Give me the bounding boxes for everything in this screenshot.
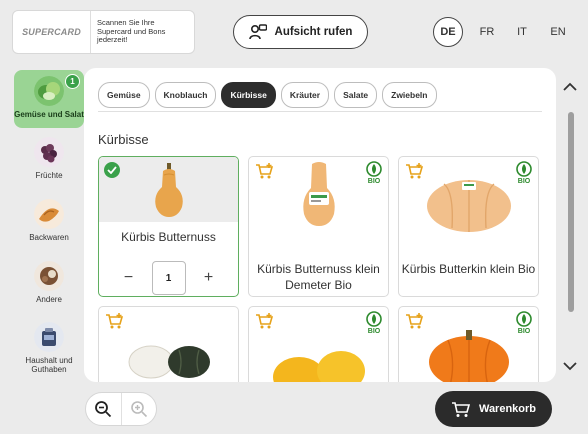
cart-button[interactable]: Warenkorb bbox=[435, 391, 552, 427]
add-to-cart-icon[interactable] bbox=[255, 312, 275, 335]
call-assistance-button[interactable]: Aufsicht rufen bbox=[233, 15, 368, 49]
zoom-in-icon bbox=[130, 401, 147, 418]
product-card-5[interactable]: BIO bbox=[248, 306, 389, 382]
bread-icon bbox=[34, 199, 64, 229]
sidebar-item-vegetables[interactable]: Gemüse und Salat 1 bbox=[14, 70, 84, 128]
tab-kraeuter[interactable]: Kräuter bbox=[280, 82, 330, 108]
assistant-icon bbox=[248, 24, 267, 40]
tab-gemuese[interactable]: Gemüse bbox=[98, 82, 150, 108]
supercard-hint: Scannen Sie Ihre Supercard und Bons jede… bbox=[97, 18, 166, 45]
product-card-butternuss[interactable]: Kürbis Butternuss − 1 + bbox=[98, 156, 239, 297]
zoom-controls bbox=[85, 392, 157, 426]
sidebar-item-label: Backwaren bbox=[29, 233, 69, 242]
bio-badge: BIO bbox=[516, 161, 532, 185]
tab-zwiebeln[interactable]: Zwiebeln bbox=[382, 82, 437, 108]
product-card-4[interactable] bbox=[98, 306, 239, 382]
quantity-value[interactable]: 1 bbox=[151, 261, 186, 295]
increase-quantity-button[interactable]: + bbox=[200, 269, 218, 287]
sidebar-item-label: Haushalt und Guthaben bbox=[25, 356, 73, 374]
fruit-icon bbox=[34, 137, 64, 167]
tab-salate[interactable]: Salate bbox=[334, 82, 378, 108]
scroll-up-button[interactable] bbox=[563, 78, 577, 94]
bio-icon bbox=[366, 311, 382, 327]
tabs-divider bbox=[98, 111, 542, 112]
cart-icon bbox=[451, 401, 471, 417]
add-to-cart-icon[interactable] bbox=[105, 312, 125, 335]
lang-de-button[interactable]: DE bbox=[433, 17, 463, 47]
zoom-in-button[interactable] bbox=[120, 393, 157, 425]
section-title: Kürbisse bbox=[98, 132, 149, 147]
category-tabs: Gemüse Knoblauch Kürbisse Kräuter Salate… bbox=[98, 82, 437, 108]
product-image bbox=[99, 335, 238, 382]
bio-icon bbox=[366, 161, 382, 177]
quantity-stepper: − 1 + bbox=[99, 261, 238, 295]
add-to-cart-icon[interactable] bbox=[405, 162, 425, 185]
sidebar-item-bakery[interactable]: Backwaren bbox=[14, 199, 84, 242]
selected-check-icon bbox=[104, 162, 120, 178]
bio-badge: BIO bbox=[366, 311, 382, 335]
sidebar-item-label: Gemüse und Salat bbox=[14, 110, 84, 119]
tab-knoblauch[interactable]: Knoblauch bbox=[154, 82, 217, 108]
scrollbar[interactable] bbox=[568, 112, 574, 312]
sidebar-item-other[interactable]: Andere bbox=[14, 261, 84, 304]
vegetables-icon bbox=[34, 76, 64, 106]
cart-label: Warenkorb bbox=[478, 403, 537, 415]
zoom-out-button[interactable] bbox=[86, 393, 121, 425]
scroll-down-button[interactable] bbox=[563, 358, 577, 374]
product-name: Kürbis Butternuss bbox=[121, 230, 216, 244]
product-card-6[interactable]: BIO bbox=[398, 306, 539, 382]
call-assistance-label: Aufsicht rufen bbox=[274, 26, 353, 38]
other-icon bbox=[34, 261, 64, 291]
product-name: Kürbis Butterkin klein Bio bbox=[401, 262, 536, 276]
product-image bbox=[399, 325, 538, 382]
sidebar-item-label: Andere bbox=[36, 295, 62, 304]
bio-badge: BIO bbox=[366, 161, 382, 185]
product-card-butterkin[interactable]: BIO Kürbis Butterkin klein Bio bbox=[398, 156, 539, 297]
lang-fr-button[interactable]: FR bbox=[472, 17, 502, 47]
household-icon bbox=[34, 322, 64, 352]
sidebar-item-fruit[interactable]: Früchte bbox=[14, 137, 84, 180]
supercard-scan-tile[interactable]: SUPERCARD Scannen Sie Ihre Supercard und… bbox=[12, 10, 195, 54]
sidebar-item-label: Früchte bbox=[35, 171, 63, 180]
chevron-down-icon bbox=[563, 362, 577, 371]
product-image bbox=[249, 347, 388, 382]
bio-icon bbox=[516, 161, 532, 177]
lang-en-button[interactable]: EN bbox=[543, 17, 573, 47]
decrease-quantity-button[interactable]: − bbox=[120, 269, 138, 287]
product-card-butternuss-demeter[interactable]: BIO Kürbis Butternuss klein Demeter Bio bbox=[248, 156, 389, 297]
product-image bbox=[99, 157, 238, 222]
cart-count-badge: 1 bbox=[65, 74, 80, 89]
product-panel: Gemüse Knoblauch Kürbisse Kräuter Salate… bbox=[84, 68, 556, 382]
chevron-up-icon bbox=[563, 82, 577, 91]
add-to-cart-icon[interactable] bbox=[255, 162, 275, 185]
tab-kuerbisse[interactable]: Kürbisse bbox=[221, 82, 276, 108]
lang-it-button[interactable]: IT bbox=[507, 17, 537, 47]
supercard-logo: SUPERCARD bbox=[13, 11, 91, 53]
zoom-out-icon bbox=[95, 401, 112, 418]
product-name: Kürbis Butternuss klein Demeter Bio bbox=[257, 262, 380, 292]
sidebar-item-household[interactable]: Haushalt und Guthaben bbox=[14, 322, 84, 374]
